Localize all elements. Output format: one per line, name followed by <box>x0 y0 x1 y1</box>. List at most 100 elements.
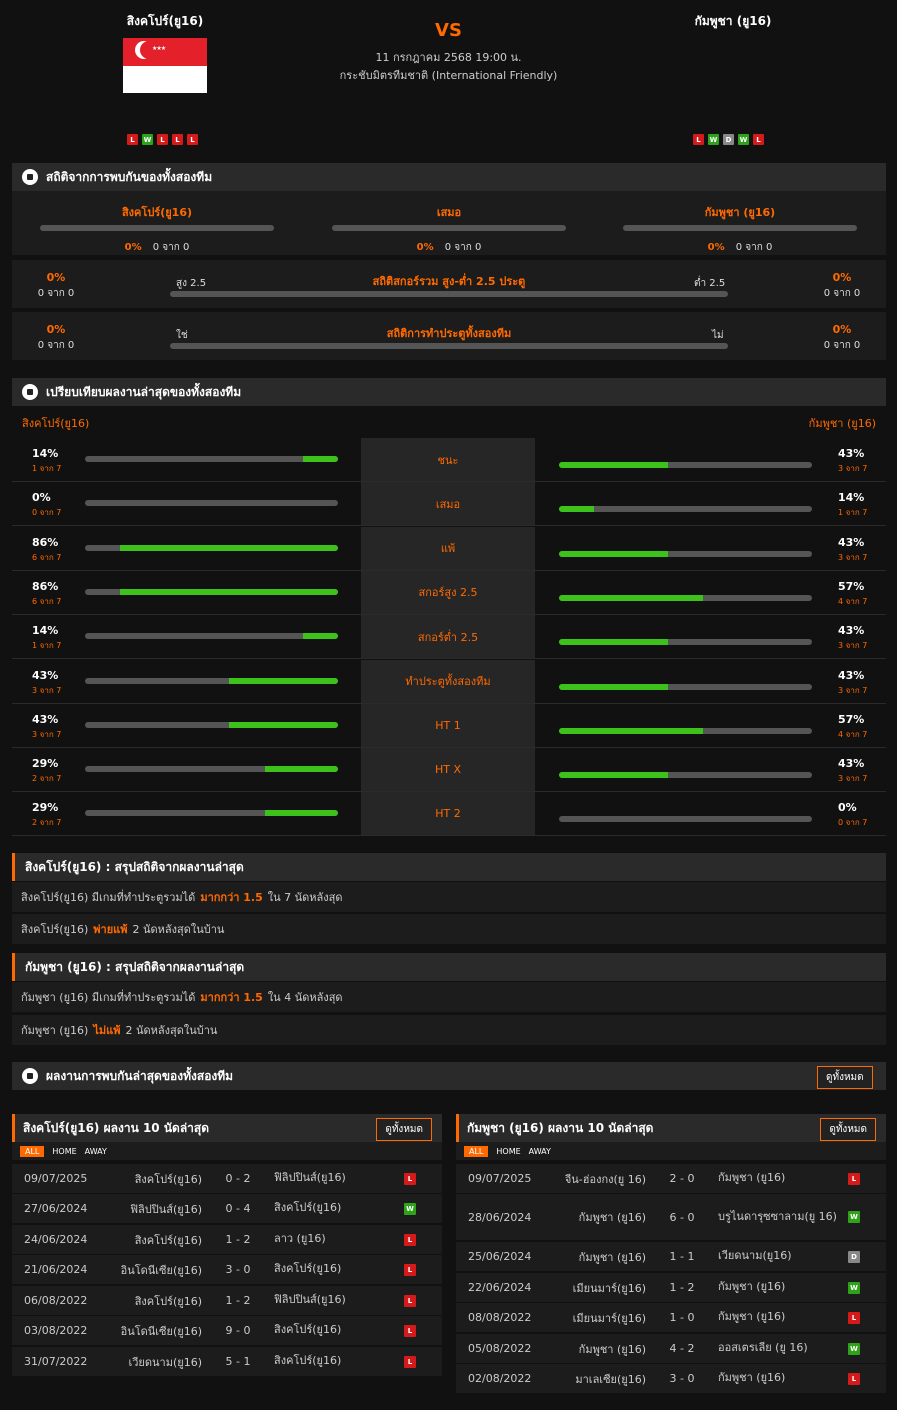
away-bar-fill <box>559 727 704 734</box>
compare-label: HT X <box>361 748 535 792</box>
away-pct: 43% <box>838 757 865 771</box>
home-bar <box>85 588 338 595</box>
tab-home[interactable]: HOME <box>496 1147 520 1156</box>
match-away-team: บรูไนดารุซซาลาม(ยู 16) <box>718 1209 837 1223</box>
away-pct: 14% <box>838 491 865 505</box>
summary-text: สิงคโปร์(ยู16) <box>21 923 89 936</box>
recent-h2h-view-all-button[interactable]: ดูทั้งหมด <box>817 1066 873 1089</box>
away-bar-fill <box>559 639 668 646</box>
match-date: 03/08/2022 <box>24 1324 88 1337</box>
match-score: 9 - 0 <box>225 1324 251 1337</box>
btts-right-pct: 0% <box>832 323 852 336</box>
match-row[interactable]: 28/06/2024 กัมพูชา (ยู16) 6 - 0 บรูไนดารุซซ… <box>456 1194 886 1240</box>
tab-all[interactable]: ALL <box>20 1145 45 1157</box>
match-home-team: สิงคโปร์(ยู16) <box>134 1294 202 1308</box>
match-row[interactable]: 06/08/2022 สิงคโปร์(ยู16) 1 - 2 ฟิลิปปินส์(… <box>12 1286 442 1315</box>
match-away-team: ฟิลิปปินส์(ยู16) <box>274 1171 346 1185</box>
compare-row: 0% 0 จาก 7 เสมอ 14% 1 จาก 7 <box>12 482 886 527</box>
match-row[interactable]: 25/06/2024 กัมพูชา (ยู16) 1 - 1 เวียดนาม(ยู… <box>456 1242 886 1271</box>
last10-away-view-all-button[interactable]: ดูทั้งหมด <box>820 1118 876 1141</box>
result-badge: L <box>404 1263 416 1276</box>
h2h-away-count: 0 จาก 0 <box>735 242 773 253</box>
h2h-panel: สิงคโปร์(ยู16) 0% 0 จาก 0 เสมอ 0% 0 จาก … <box>12 191 886 255</box>
compare-label: HT 2 <box>361 792 535 836</box>
away-bar-fill <box>559 772 668 779</box>
result-badge: L <box>404 1294 416 1307</box>
match-row[interactable]: 24/06/2024 สิงคโปร์(ยู16) 1 - 2 ลาว (ยู16) L <box>12 1225 442 1254</box>
summary-text: 2 นัดหลังสุดในบ้าน <box>132 923 225 936</box>
match-row[interactable]: 22/06/2024 เมียนมาร์(ยู16) 1 - 2 กัมพูชา (ย… <box>456 1273 886 1302</box>
match-home-team: อินโดนีเซีย(ยู16) <box>120 1263 202 1277</box>
tab-away[interactable]: AWAY <box>85 1147 107 1156</box>
match-row[interactable]: 09/07/2025 จีน-ฮ่องกง(ยู 16) 2 - 0 กัมพูชา … <box>456 1164 886 1193</box>
home-bar-fill <box>302 633 338 640</box>
form-badge: W <box>142 134 153 145</box>
away-bar <box>559 462 812 468</box>
match-row[interactable]: 03/08/2022 อินโดนีเซีย(ยู16) 9 - 0 สิงคโปร์… <box>12 1316 442 1345</box>
match-away-team: สิงคโปร์(ยู16) <box>274 1201 342 1215</box>
home-bar <box>85 500 338 507</box>
section-title: สิงคโปร์(ยู16) ผลงาน 10 นัดล่าสุด <box>23 1120 210 1135</box>
result-badge: W <box>404 1202 416 1215</box>
match-score: 2 - 0 <box>669 1172 695 1185</box>
match-away-team: สิงคโปร์(ยู16) <box>274 1354 342 1368</box>
compare-row: 86% 6 จาก 7 สกอร์สูง 2.5 57% 4 จาก 7 <box>12 570 886 615</box>
compare-label: แพ้ <box>361 526 535 570</box>
match-score: 0 - 2 <box>225 1172 251 1185</box>
ou-left-pct: 0% <box>46 271 66 284</box>
section-title: กัมพูชา (ยู16) ผลงาน 10 นัดล่าสุด <box>467 1120 654 1135</box>
form-badge: L <box>157 134 168 145</box>
match-home-team: สิงคโปร์(ยู16) <box>134 1172 202 1186</box>
match-date: 11 กรกฎาคม 2568 19:00 น. <box>375 51 522 64</box>
match-away-team: เวียดนาม(ยู16) <box>718 1249 792 1263</box>
section-title: เปรียบเทียบผลงานล่าสุดของทั้งสองทีม <box>46 384 242 399</box>
match-row[interactable]: 08/08/2022 เมียนมาร์(ยู16) 1 - 0 กัมพูชา (ย… <box>456 1303 886 1332</box>
btts-panel: 0% 0 จาก 0 ใช่ สถิติการทำประตูทั้งสองทีม… <box>12 312 886 360</box>
compare-label: ชนะ <box>361 438 535 481</box>
away-count: 4 จาก 7 <box>838 729 868 739</box>
match-home-team: กัมพูชา (ยู16) <box>578 1250 646 1264</box>
match-row[interactable]: 21/06/2024 อินโดนีเซีย(ยู16) 3 - 0 สิงคโปร์… <box>12 1255 442 1284</box>
match-score: 1 - 2 <box>669 1281 695 1294</box>
btts-left-pct: 0% <box>46 323 66 336</box>
ou-right-tag: ต่ำ 2.5 <box>694 278 726 289</box>
match-home-team: กัมพูชา (ยู16) <box>578 1211 646 1224</box>
match-score: 5 - 1 <box>225 1355 251 1368</box>
home-pct: 43% <box>32 712 59 726</box>
tab-all[interactable]: ALL <box>464 1145 489 1157</box>
result-badge: D <box>848 1250 860 1263</box>
recent-h2h-header: ผลงานการพบกันล่าสุดของทั้งสองทีม <box>12 1062 886 1090</box>
btts-left-count: 0 จาก 0 <box>37 340 75 351</box>
home-bar-fill <box>229 677 338 684</box>
away-bar <box>559 594 812 601</box>
form-badge: D <box>723 134 734 145</box>
ou-label: สถิติสกอร์รวม สูง-ต่ำ 2.5 ประตู <box>372 275 526 288</box>
home-count: 1 จาก 7 <box>32 464 62 473</box>
home-count: 6 จาก 7 <box>32 552 62 562</box>
last10-home-view-all-button[interactable]: ดูทั้งหมด <box>376 1118 432 1141</box>
match-row[interactable]: 02/08/2022 มาเลเซีย(ยู16) 3 - 0 กัมพูชา (ยู… <box>456 1364 886 1393</box>
match-home-team: กัมพูชา (ยู16) <box>578 1342 646 1356</box>
match-away-team: ออสเตรเลีย (ยู 16) <box>718 1341 808 1355</box>
away-team-name: กัมพูชา (ยู16) <box>694 14 772 28</box>
btts-bar <box>170 343 728 349</box>
h2h-away-bar <box>623 225 857 231</box>
compare-header: เปรียบเทียบผลงานล่าสุดของทั้งสองทีม <box>12 378 886 406</box>
match-row[interactable]: 31/07/2022 เวียดนาม(ยู16) 5 - 1 สิงคโปร์(ยู… <box>12 1347 442 1376</box>
form-badge: L <box>127 134 138 145</box>
match-home-team: ฟิลิปปินส์(ยู16) <box>130 1202 202 1216</box>
away-count: 3 จาก 7 <box>838 774 868 784</box>
tab-home[interactable]: HOME <box>52 1147 76 1156</box>
match-row[interactable]: 05/08/2022 กัมพูชา (ยู16) 4 - 2 ออสเตรเลีย … <box>456 1334 886 1363</box>
match-row[interactable]: 09/07/2025 สิงคโปร์(ยู16) 0 - 2 ฟิลิปปินส์(… <box>12 1164 442 1193</box>
h2h-draw-count: 0 จาก 0 <box>444 242 482 253</box>
match-date: 05/08/2022 <box>468 1342 532 1355</box>
tab-away[interactable]: AWAY <box>529 1147 551 1156</box>
away-pct: 43% <box>838 668 865 682</box>
match-row[interactable]: 27/06/2024 ฟิลิปปินส์(ยู16) 0 - 4 สิงคโปร์(… <box>12 1194 442 1223</box>
section-title: สถิติจากการพบกันของทั้งสองทีม <box>46 169 213 184</box>
away-bar-fill <box>559 594 704 601</box>
h2h-draw-col: เสมอ 0% 0 จาก 0 <box>332 203 566 255</box>
summary-highlight: พ่ายแพ้ <box>93 923 128 936</box>
match-home-team: เมียนมาร์(ยู16) <box>572 1281 646 1295</box>
